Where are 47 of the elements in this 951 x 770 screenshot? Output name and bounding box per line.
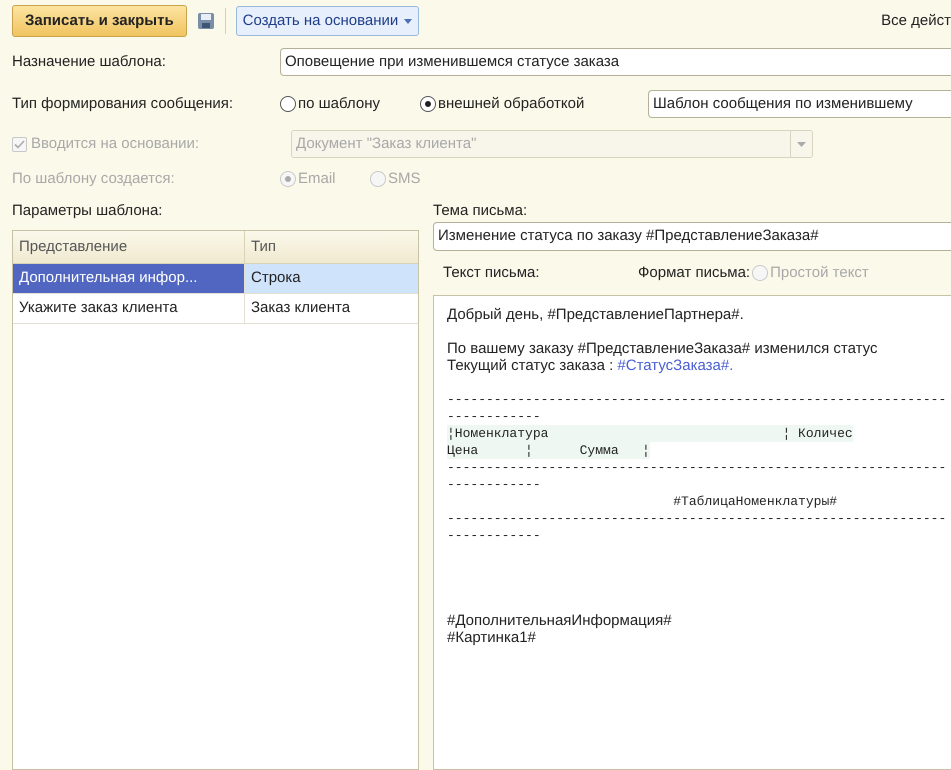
dropdown-arrow-icon (797, 142, 806, 146)
editor-line: #Картинка1# (447, 629, 537, 646)
section-label: Параметры шаблона: (12, 201, 164, 221)
purpose-field[interactable]: Оповещение при изменившемся статусе заказа (280, 48, 951, 76)
save-and-close-button[interactable]: Записать и закрыть (12, 5, 187, 37)
editor-line: #ДополнительнаяИнформация# (447, 612, 673, 629)
table-row[interactable]: Дополнительная инфор... Строка (13, 264, 418, 294)
table-cell-text: Строка (250, 268, 302, 288)
radio-button[interactable] (280, 96, 296, 112)
editor-line: ------------ (447, 476, 541, 493)
status-placeholder-link: #СтатусЗаказа#. (617, 357, 734, 374)
column-header[interactable]: Тип (245, 231, 418, 263)
table-cell: Дополнительная инфор... (13, 264, 245, 293)
section-label: Текст письма: (443, 262, 541, 283)
field-label: По шаблону создается: (12, 168, 176, 189)
radio-label: по шаблону (298, 94, 380, 114)
save-icon[interactable] (196, 12, 215, 30)
radio-label: внешней обработкой (438, 94, 584, 114)
create-based-on-button[interactable]: Создать на основании (236, 6, 420, 36)
processing-field[interactable]: Шаблон сообщения по изменившему (648, 90, 951, 118)
section-label: Тема письма: (433, 201, 528, 221)
table-cell: Укажите заказ клиента (13, 294, 245, 323)
message-editor[interactable] (433, 295, 951, 770)
table-row[interactable]: Укажите заказ клиента Заказ клиента (13, 294, 418, 324)
editor-line: ---------------------------------------------------------------- (447, 391, 946, 408)
field-label: Формат письма: (638, 262, 750, 283)
editor-line: ---------------------------------------------------------------- (447, 510, 946, 527)
subject-field[interactable]: Изменение статуса по заказу #ПредставлениеЗаказа# (433, 222, 951, 251)
checkmark-icon (14, 140, 25, 148)
editor-line: ------------ (447, 527, 541, 544)
editor-line: Текущий статус заказа : #СтатусЗаказа#. (447, 357, 734, 374)
table-cell-text: Заказ клиента (250, 298, 352, 318)
editor-line: ------------ (447, 408, 541, 425)
column-header[interactable]: Представление (13, 231, 245, 263)
editor-line: По вашему заказу #ПредставлениеЗаказа# изменился статус (447, 340, 879, 357)
field-label: Назначение шаблона: (12, 52, 167, 72)
field-label: Вводится на основании: (31, 134, 200, 154)
caret-icon (404, 18, 412, 24)
editor-line: ---------------------------------------------------------------- (447, 459, 946, 476)
all-actions-menu[interactable]: Все дейст (881, 10, 951, 32)
editor-line: #ТаблицаНоменклатуры# (672, 493, 838, 510)
editor-line: Добрый день, #ПредставлениеПартнера#. (447, 306, 745, 323)
radio-button[interactable] (420, 96, 436, 112)
radio-label: Простой текст (770, 262, 869, 283)
radio-label: Email (298, 168, 336, 189)
field-label: Тип формирования сообщения: (12, 94, 234, 114)
radio-label: SMS (388, 168, 421, 189)
